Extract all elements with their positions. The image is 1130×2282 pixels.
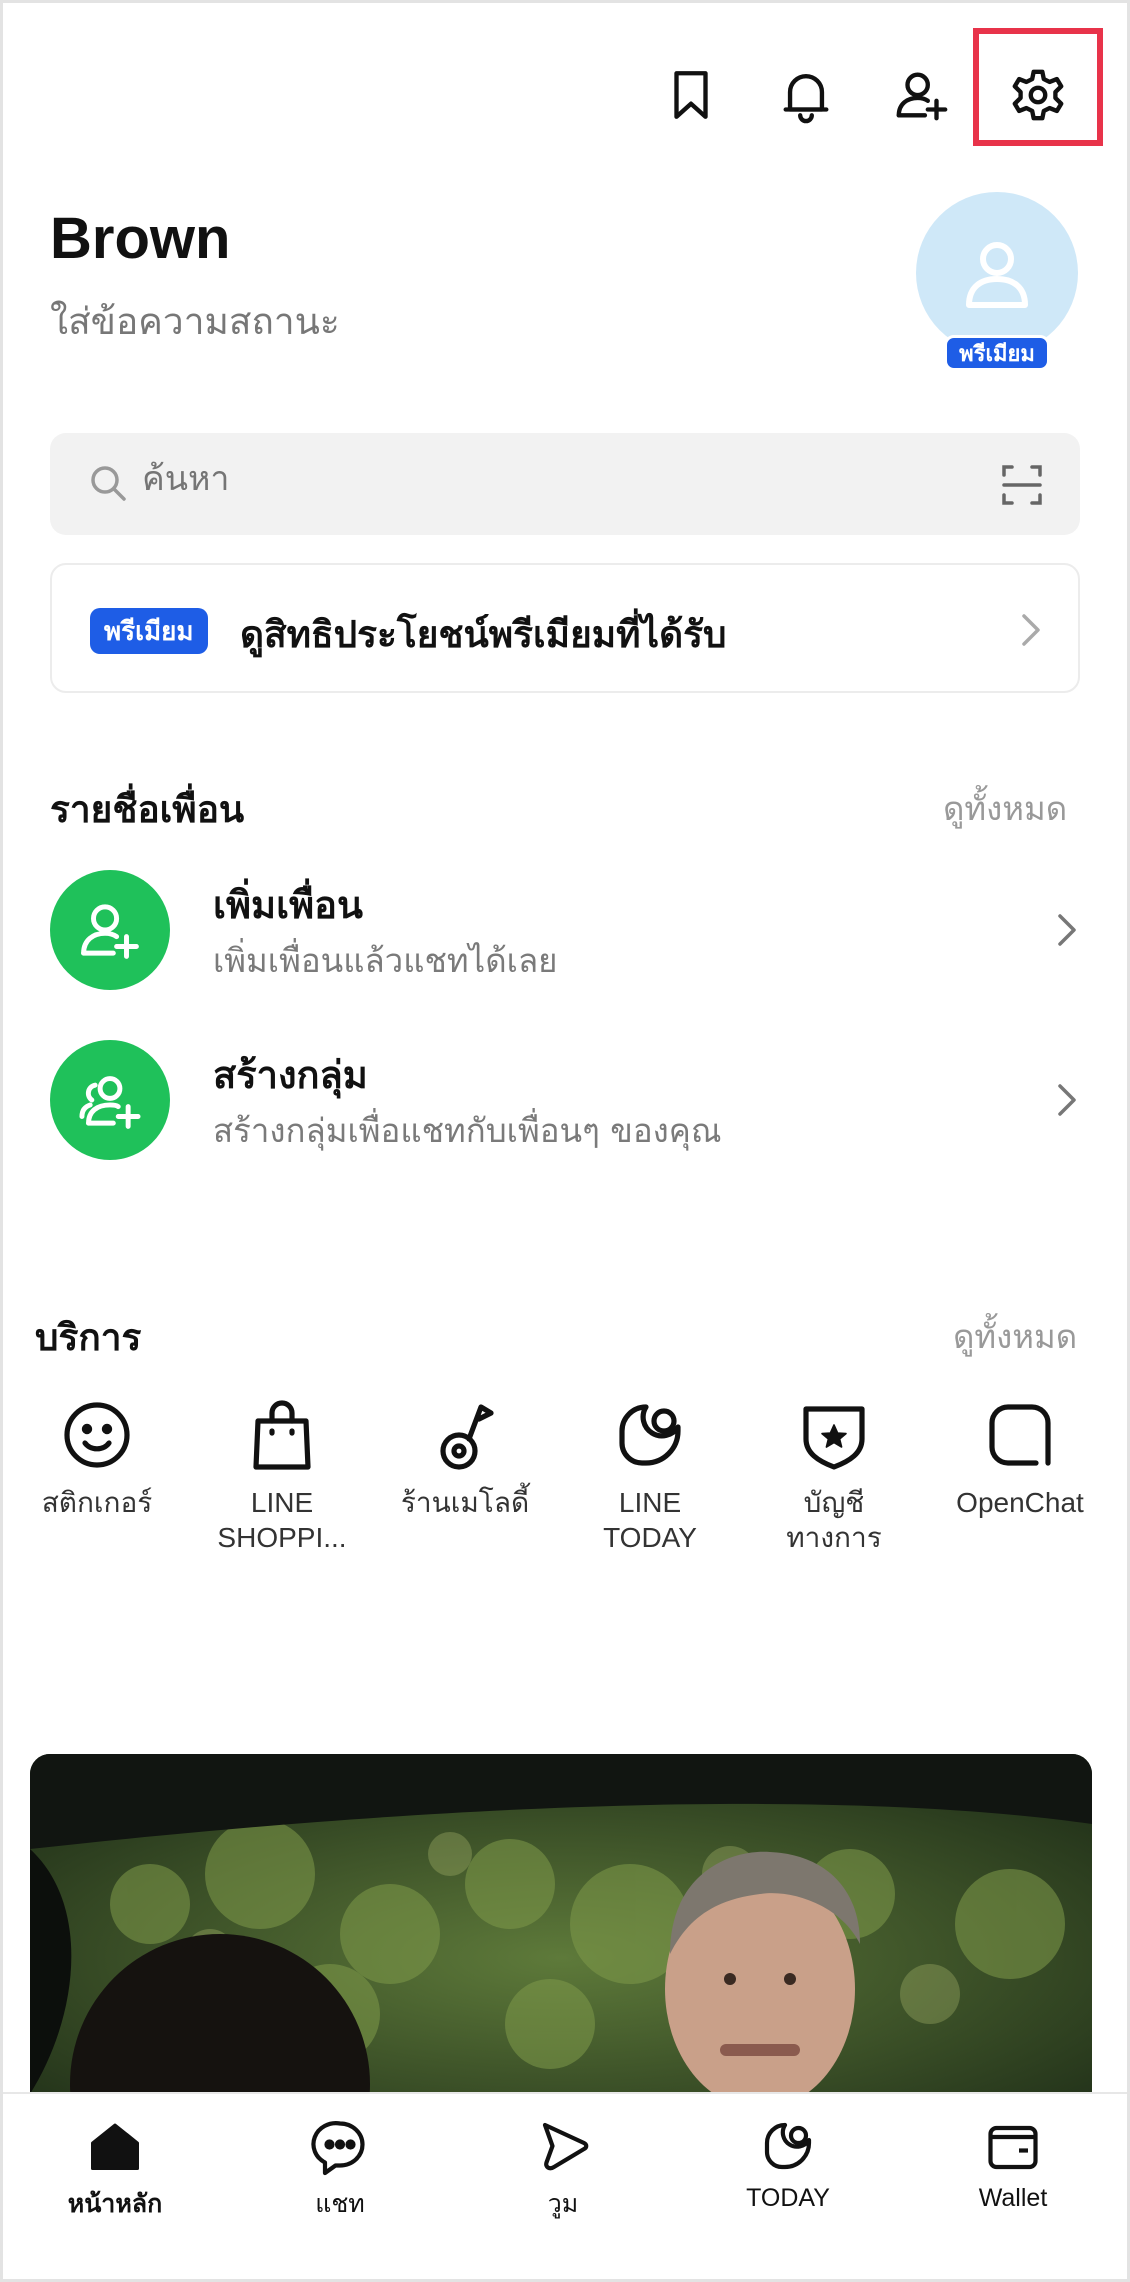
services-see-all[interactable]: ดูทั้งหมด xyxy=(953,1310,1077,1363)
service-openchat[interactable]: OpenChat xyxy=(935,1395,1105,1520)
nav-voom[interactable]: วูม xyxy=(473,2116,653,2224)
settings-highlight-box xyxy=(973,28,1103,146)
add-friend-icon[interactable] xyxy=(882,55,962,135)
services-section-title: บริการ xyxy=(35,1316,142,1359)
shield-star-icon xyxy=(803,1406,865,1470)
bottom-navigation: หน้าหลัก แชท วูม TODAY Wallet xyxy=(3,2092,1127,2279)
service-label: สติกเกอร์ xyxy=(41,1487,153,1518)
nav-chat[interactable]: แชท xyxy=(250,2116,430,2224)
status-message[interactable]: ใส่ข้อความสถานะ xyxy=(50,292,340,351)
today-icon xyxy=(764,2122,812,2170)
music-note-icon xyxy=(440,1404,494,1470)
create-group-row[interactable]: สร้างกลุ่ม สร้างกลุ่มเพื่อแชทกับเพื่อนๆ … xyxy=(50,1040,1080,1170)
today-icon xyxy=(619,1404,681,1466)
smiley-icon xyxy=(64,1402,130,1468)
row-title: สร้างกลุ่ม xyxy=(213,1053,368,1097)
nav-label: Wallet xyxy=(978,2184,1048,2212)
nav-label: หน้าหลัก xyxy=(67,2190,163,2218)
row-title: เพิ่มเพื่อน xyxy=(213,883,363,927)
promo-banner[interactable] xyxy=(30,1754,1092,2094)
row-subtitle: เพิ่มเพื่อนแล้วแชทได้เลย xyxy=(213,941,558,980)
friends-section-title: รายชื่อเพื่อน xyxy=(50,788,245,831)
service-stickers[interactable]: สติกเกอร์ xyxy=(12,1395,182,1520)
service-label: OpenChat xyxy=(956,1487,1084,1518)
service-label: LINE xyxy=(618,1487,682,1518)
banner-photo xyxy=(30,1754,1092,2094)
service-label-line2: TODAY xyxy=(603,1522,697,1553)
service-line-today[interactable]: LINE TODAY xyxy=(565,1395,735,1555)
bell-icon[interactable] xyxy=(766,55,846,135)
profile-name[interactable]: Brown xyxy=(50,205,230,272)
scan-icon[interactable] xyxy=(1000,463,1044,507)
openchat-icon xyxy=(989,1404,1051,1466)
service-label-line2: SHOPPI... xyxy=(217,1522,347,1553)
nav-label: วูม xyxy=(547,2190,579,2218)
shopping-bag-icon xyxy=(253,1400,311,1470)
friends-see-all[interactable]: ดูทั้งหมด xyxy=(943,782,1067,835)
search-input[interactable] xyxy=(142,459,942,499)
premium-tag: พรีเมียม xyxy=(90,608,208,654)
premium-benefits-banner[interactable]: พรีเมียม ดูสิทธิประโยชน์พรีเมียมที่ได้รั… xyxy=(50,563,1080,693)
wallet-icon xyxy=(988,2125,1038,2170)
nav-wallet[interactable]: Wallet xyxy=(923,2116,1103,2213)
service-official-accounts[interactable]: บัญชีทางการ xyxy=(749,1395,919,1555)
nav-today[interactable]: TODAY xyxy=(698,2116,878,2213)
service-label: LINE xyxy=(250,1487,314,1518)
service-label-line2: ทางการ xyxy=(786,1522,882,1553)
avatar[interactable] xyxy=(916,192,1078,354)
add-friend-icon xyxy=(50,870,170,990)
header-toolbar xyxy=(0,55,1130,135)
add-friend-row[interactable]: เพิ่มเพื่อน เพิ่มเพื่อนแล้วแชทได้เลย xyxy=(50,870,1080,1000)
service-line-shopping[interactable]: LINE SHOPPI... xyxy=(197,1395,367,1555)
nav-home[interactable]: หน้าหลัก xyxy=(25,2116,205,2224)
services-grid: สติกเกอร์ LINE SHOPPI... ร้านเมโลดี้ LINE… xyxy=(0,1395,1130,1595)
bookmark-icon[interactable] xyxy=(651,55,731,135)
service-melody-shop[interactable]: ร้านเมโลดี้ xyxy=(380,1395,550,1520)
search-icon xyxy=(91,466,126,501)
chevron-right-icon xyxy=(1058,914,1076,946)
premium-banner-text: ดูสิทธิประโยชน์พรีเมียมที่ได้รับ xyxy=(240,613,727,656)
chat-icon xyxy=(311,2121,365,2176)
home-icon xyxy=(91,2123,139,2170)
nav-label: แชท xyxy=(315,2190,365,2218)
service-label: ร้านเมโลดี้ xyxy=(400,1487,530,1518)
chevron-right-icon xyxy=(1022,614,1040,646)
voom-icon xyxy=(542,2122,589,2171)
search-bar[interactable] xyxy=(50,433,1080,535)
create-group-icon xyxy=(50,1040,170,1160)
chevron-right-icon xyxy=(1058,1084,1076,1116)
nav-label: TODAY xyxy=(746,2184,830,2212)
premium-badge: พรีเมียม xyxy=(944,335,1050,371)
service-label: บัญชี xyxy=(803,1487,865,1518)
row-subtitle: สร้างกลุ่มเพื่อแชทกับเพื่อนๆ ของคุณ xyxy=(213,1111,722,1150)
